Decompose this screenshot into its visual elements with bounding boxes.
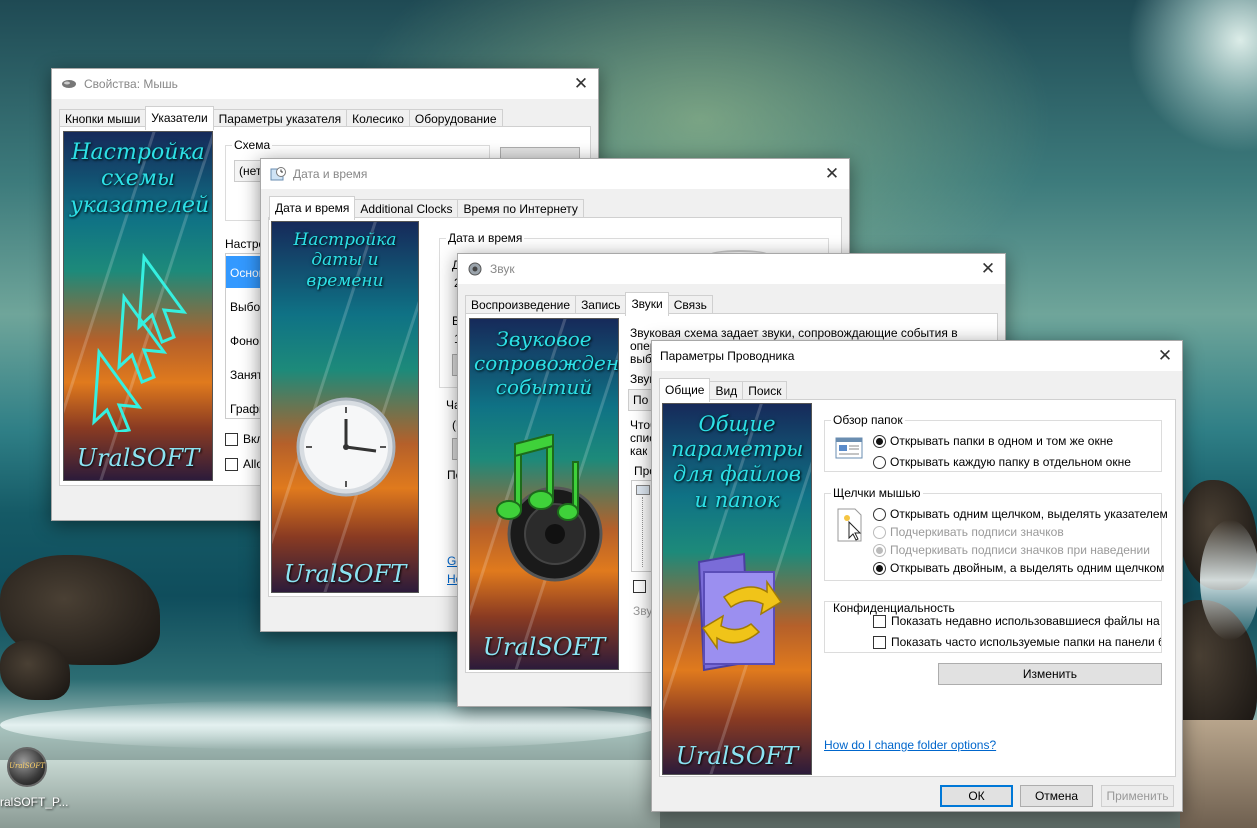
mouse-banner-title: Настройка схемы указателей [70,140,210,218]
ok-button[interactable]: ОК [940,785,1013,807]
clock-icon [269,166,287,182]
folder-options-title: Параметры Проводника [660,349,795,363]
show-frequent-folders-checkbox[interactable]: Показать часто используемые папки на пан… [873,635,1161,649]
mouse-titlebar[interactable]: Свойства: Мышь ✕ [52,69,598,99]
change-button[interactable]: Изменить [938,663,1162,685]
click-cursor-icon [837,508,862,542]
pointer-list[interactable]: Основ Выбор Фонов Занят Графи [225,253,267,419]
sound-banner-title: Звуковое сопровождение событий [474,327,619,399]
apply-button[interactable]: Применить [1101,785,1174,807]
shortcut-icon: UralSOFT [7,747,47,787]
underline-hover-radio: Подчеркивать подписи значков при наведен… [873,543,1150,557]
click-items-label: Щелчки мышью [831,486,923,500]
play-startup-checkbox[interactable] [633,580,651,593]
tab-pointers[interactable]: Указатели [145,106,214,130]
show-recent-files-checkbox[interactable]: Показать недавно использовавшиеся файлы … [873,614,1161,628]
datetime-banner-title: Настройка даты и времени [293,230,397,291]
folder-options-tab-panel: Общие параметры для файлов и папок UralS… [659,399,1176,777]
sound-banner-footer: UralSOFT [482,633,606,661]
browse-folders-group: Обзор папок Открывать папки в одном и то… [824,413,1162,472]
tab-date-time[interactable]: Дата и время [269,196,356,220]
folder-banner: Общие параметры для файлов и папок UralS… [662,403,812,775]
folder-options-titlebar[interactable]: Параметры Проводника ✕ [652,341,1182,371]
sound-instr-fragment3: как [630,444,648,458]
sound-desc-line1: Звуковая схема задает звуки, сопровождаю… [630,326,958,340]
close-icon[interactable]: ✕ [823,165,841,183]
datetime-banner-footer: UralSOFT [283,560,407,588]
browse-folders-label: Обзор папок [831,413,905,427]
double-click-radio[interactable]: Открывать двойным, а выделять одним щелч… [873,561,1164,575]
datetime-window-title: Дата и время [293,167,368,181]
folder-options-window: Параметры Проводника ✕ Общие Вид Поиск О… [651,340,1183,812]
close-icon[interactable]: ✕ [979,260,997,278]
mouse-icon [60,76,78,92]
mouse-banner-footer: UralSOFT [76,444,200,472]
close-icon[interactable]: ✕ [1156,347,1174,365]
help-link[interactable]: How do I change folder options? [824,738,996,752]
tab-general[interactable]: Общие [659,378,711,402]
date-time-group-label: Дата и время [446,231,525,245]
sound-banner: Звуковое сопровождение событий UralSOFT [469,318,619,670]
folder-banner-title: Общие параметры для файлов и папок [671,412,804,512]
close-icon[interactable]: ✕ [572,75,590,93]
sound-window-title: Звук [490,262,515,276]
speaker-icon [466,261,484,277]
scheme-label: Схема [232,138,273,152]
open-new-window-radio[interactable]: Открывать каждую папку в отдельном окне [873,455,1131,469]
open-same-window-radio[interactable]: Открывать папки в одном и том же окне [873,434,1113,448]
tab-sounds[interactable]: Звуки [625,292,669,316]
analog-clock-icon [296,397,396,497]
window-layout-icon [835,437,863,459]
sound-titlebar[interactable]: Звук ✕ [458,254,1005,284]
cursor-arrows-icon [92,252,188,432]
underline-always-radio: Подчеркивать подписи значков [873,525,1064,539]
single-click-radio[interactable]: Открывать одним щелчком, выделять указат… [873,507,1168,521]
click-items-group: Щелчки мышью Открывать одним щелчком, вы… [824,486,1168,581]
mouse-window-title: Свойства: Мышь [84,77,178,91]
privacy-label: Конфиденциальность [831,601,957,615]
mouse-banner: Настройка схемы указателей UralSOFT [63,131,213,481]
datetime-banner: Настройка даты и времени UralSOFT [271,221,419,593]
desktop-shortcut[interactable]: UralSOFT ralSOFT_P... [0,745,80,815]
shortcut-label: ralSOFT_P... [0,795,69,809]
sound-desc-line3: выб [630,352,652,366]
folder-banner-footer: UralSOFT [675,742,799,770]
datetime-titlebar[interactable]: Дата и время ✕ [261,159,849,189]
folder-sync-icon [697,552,783,672]
event-tree-icon [636,485,650,495]
privacy-group: Конфиденциальность Показать недавно испо… [824,601,1162,653]
music-speaker-icon [496,434,603,582]
cancel-button[interactable]: Отмена [1020,785,1093,807]
